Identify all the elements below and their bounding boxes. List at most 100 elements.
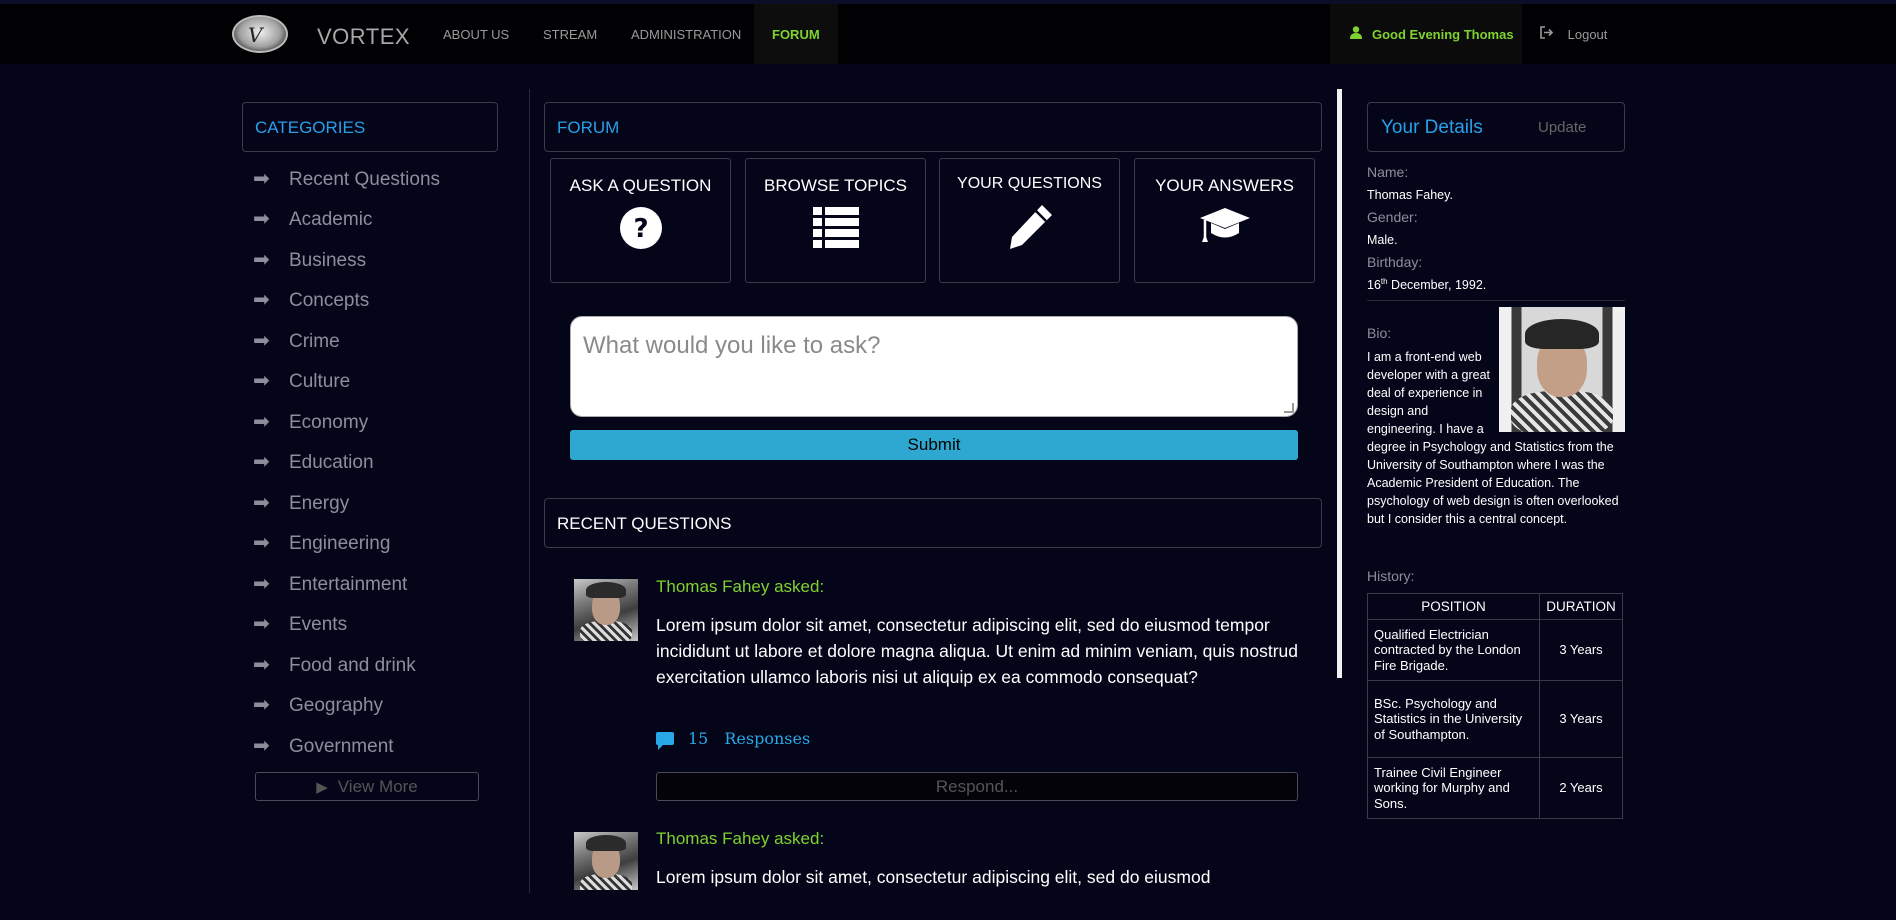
- resize-handle[interactable]: [1284, 403, 1294, 413]
- category-entertainment[interactable]: ➡ Entertainment: [253, 569, 407, 599]
- arrow-right-icon: ➡: [253, 168, 270, 190]
- view-more-label: View More: [337, 777, 418, 796]
- history-duration: 3 Years: [1539, 680, 1623, 758]
- category-label: Concepts: [289, 290, 370, 311]
- arrow-right-icon: ➡: [253, 735, 270, 757]
- tile-your-answers[interactable]: YOUR ANSWERS: [1134, 158, 1315, 283]
- vortex-logo-icon[interactable]: V: [232, 15, 288, 53]
- tile-browse-topics[interactable]: BROWSE TOPICS: [745, 158, 926, 283]
- arrow-right-icon: ➡: [253, 330, 270, 352]
- details-title: Your Details: [1381, 117, 1483, 138]
- nav-stream[interactable]: STREAM: [525, 4, 615, 64]
- category-economy[interactable]: ➡ Economy: [253, 407, 368, 437]
- details-divider: [1367, 300, 1625, 301]
- history-position: Qualified Electrician contracted by the …: [1367, 619, 1540, 681]
- nav-administration[interactable]: ADMINISTRATION: [613, 4, 759, 64]
- profile-photo: [1499, 307, 1625, 432]
- question-circle-icon: ?: [619, 207, 662, 249]
- responses-link[interactable]: 15 Responses: [656, 729, 811, 750]
- category-engineering[interactable]: ➡ Engineering: [253, 528, 390, 558]
- tile-label: YOUR QUESTIONS: [957, 175, 1102, 192]
- view-more-button[interactable]: ▶ View More: [255, 772, 479, 801]
- category-concepts[interactable]: ➡ Concepts: [253, 285, 369, 315]
- tile-your-questions[interactable]: YOUR QUESTIONS: [939, 158, 1120, 283]
- bio-label: Bio:: [1367, 325, 1392, 341]
- respond-input[interactable]: Respond...: [656, 772, 1298, 801]
- arrow-right-icon: ➡: [253, 289, 270, 311]
- history-label: History:: [1367, 568, 1415, 584]
- avatar[interactable]: [574, 579, 638, 641]
- category-label: Academic: [289, 209, 373, 230]
- submit-button[interactable]: Submit: [570, 430, 1298, 460]
- scrollbar[interactable]: [1337, 89, 1342, 678]
- category-education[interactable]: ➡ Education: [253, 447, 374, 477]
- category-label: Business: [289, 250, 367, 271]
- tile-label: BROWSE TOPICS: [764, 176, 907, 195]
- greeting-user[interactable]: Good Evening Thomas: [1330, 4, 1522, 64]
- update-link[interactable]: Update: [1538, 103, 1586, 153]
- history-position: BSc. Psychology and Statistics in the Un…: [1367, 680, 1540, 758]
- category-label: Government: [289, 736, 394, 757]
- name-value: Thomas Fahey.: [1367, 188, 1453, 202]
- arrow-right-icon: ➡: [253, 492, 270, 514]
- greeting-text: Good Evening Thomas: [1372, 27, 1514, 42]
- arrow-right-icon: ➡: [253, 613, 270, 635]
- responses-label: Responses: [724, 729, 811, 748]
- logout-button[interactable]: Logout: [1540, 4, 1607, 64]
- category-geography[interactable]: ➡ Geography: [253, 690, 383, 720]
- recent-questions-title: RECENT QUESTIONS: [544, 498, 1322, 548]
- category-label: Entertainment: [289, 574, 408, 595]
- question-textarea[interactable]: What would you like to ask?: [570, 316, 1298, 417]
- category-label: Energy: [289, 493, 350, 514]
- question-text: Lorem ipsum dolor sit amet, consectetur …: [656, 615, 1299, 687]
- category-business[interactable]: ➡ Business: [253, 245, 366, 275]
- tile-ask-question[interactable]: ASK A QUESTION ?: [550, 158, 731, 283]
- history-duration: 2 Years: [1539, 757, 1623, 819]
- category-label: Education: [289, 452, 374, 473]
- tile-label: YOUR ANSWERS: [1155, 176, 1294, 195]
- category-food-and-drink[interactable]: ➡ Food and drink: [253, 650, 416, 680]
- gender-label: Gender:: [1367, 209, 1418, 225]
- question-asker[interactable]: Thomas Fahey asked:: [656, 829, 824, 849]
- category-label: Economy: [289, 412, 369, 433]
- category-government[interactable]: ➡ Government: [253, 731, 394, 761]
- list-icon: [812, 207, 859, 248]
- category-label: Events: [289, 614, 348, 635]
- category-recent-questions[interactable]: ➡ Recent Questions: [253, 164, 440, 194]
- name-label: Name:: [1367, 164, 1409, 180]
- column-header-duration: DURATION: [1539, 593, 1623, 620]
- history-duration: 3 Years: [1539, 619, 1623, 681]
- category-label: Geography: [289, 695, 384, 716]
- table-header-row: POSITION DURATION: [1367, 593, 1623, 620]
- logout-label: Logout: [1567, 27, 1608, 42]
- svg-text:?: ?: [633, 214, 648, 244]
- graduation-cap-icon: [1199, 208, 1250, 242]
- categories-title: CATEGORIES: [242, 102, 498, 152]
- arrow-right-icon: ➡: [253, 451, 270, 473]
- arrow-right-icon: ➡: [253, 654, 270, 676]
- arrow-right-icon: ➡: [253, 208, 270, 230]
- table-row: BSc. Psychology and Statistics in the Un…: [1367, 680, 1623, 758]
- brand-name[interactable]: VORTEX: [317, 24, 410, 50]
- nav-forum[interactable]: FORUM: [754, 4, 838, 64]
- question-placeholder: What would you like to ask?: [583, 332, 881, 359]
- category-energy[interactable]: ➡ Energy: [253, 488, 349, 518]
- user-icon: [1350, 4, 1364, 66]
- sign-out-icon: [1540, 26, 1558, 42]
- category-events[interactable]: ➡ Events: [253, 609, 347, 639]
- birthday-value: 16th December, 1992.: [1367, 277, 1487, 293]
- bio-block: I am a front-end web developer with a gr…: [1367, 307, 1625, 528]
- category-academic[interactable]: ➡ Academic: [253, 204, 372, 234]
- question-asker[interactable]: Thomas Fahey asked:: [656, 577, 824, 597]
- avatar[interactable]: [574, 832, 638, 890]
- column-divider: [529, 89, 530, 893]
- pencil-icon: [1009, 205, 1052, 249]
- responses-count: 15: [688, 729, 709, 748]
- comment-icon: [656, 732, 674, 750]
- category-label: Culture: [289, 371, 351, 392]
- nav-about-us[interactable]: ABOUT US: [425, 4, 527, 64]
- category-culture[interactable]: ➡ Culture: [253, 366, 350, 396]
- history-position: Trainee Civil Engineer working for Murph…: [1367, 757, 1540, 819]
- category-crime[interactable]: ➡ Crime: [253, 326, 340, 356]
- category-label: Engineering: [289, 533, 391, 554]
